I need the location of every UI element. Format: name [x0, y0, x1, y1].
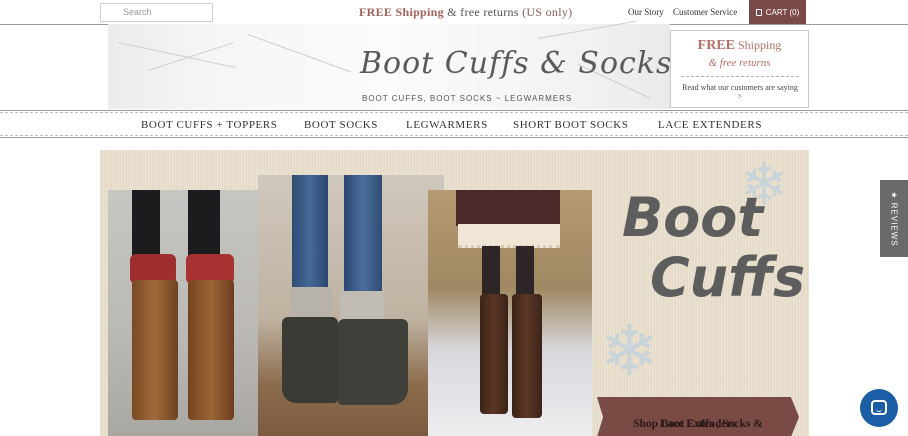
gray-bootie [282, 317, 338, 403]
our-story-link[interactable]: Our Story [628, 7, 664, 17]
decorative-branch [117, 42, 236, 68]
nav-boot-socks[interactable]: BOOT SOCKS [304, 119, 378, 131]
lace-extender-photo [428, 190, 592, 436]
nav-bottom-divider-dashed [0, 135, 908, 136]
cart-label: CART (0) [765, 8, 800, 17]
jeans [344, 175, 382, 295]
read-reviews-link[interactable]: Read what our customers are saying > [681, 83, 799, 101]
shipping-promo: FREE Shipping & free returns (US only) [359, 5, 572, 20]
nav-lace-extenders[interactable]: LACE EXTENDERS [658, 119, 762, 131]
dress [456, 190, 560, 226]
cta-line2: Lace Extenders [659, 418, 737, 430]
brown-boot [132, 280, 178, 420]
shop-now-button[interactable]: Shop Boot Cuffs , Socks & Lace Extenders [597, 397, 799, 436]
decorative-branch [247, 34, 352, 73]
customer-service-link[interactable]: Customer Service [673, 7, 737, 17]
nav-legwarmers[interactable]: LEGWARMERS [406, 119, 488, 131]
hero-title-line2: Cuffs [650, 246, 806, 309]
decorative-branch [537, 20, 637, 39]
site-tagline: BOOT CUFFS, BOOT SOCKS ~ LEGWARMERS [362, 94, 573, 103]
free-shipping-text: Shipping [735, 38, 782, 52]
boot-cuffs-photo [108, 190, 268, 436]
legging [188, 190, 220, 260]
nav-bottom-divider [0, 137, 908, 138]
decorative-branch [147, 42, 234, 71]
hero-title-line1: Boot [622, 186, 764, 249]
reviews-side-tab[interactable]: ★ REVIEWS [880, 180, 908, 257]
riding-boot [512, 294, 542, 418]
cta-label: Shop Boot Cuffs , Socks & Lace Extenders [597, 407, 799, 430]
nav-top-divider-dashed [0, 112, 908, 113]
promo-free-shipping: FREE Shipping [359, 5, 444, 19]
chat-bubble-icon [871, 400, 887, 415]
gray-bootie [338, 319, 408, 405]
hero-title: Boot Cuffs [622, 188, 805, 308]
search-placeholder: Search [123, 7, 152, 17]
cart-button[interactable]: CART (0) [749, 0, 806, 25]
promo-free-returns: & free returns [443, 5, 523, 19]
shopping-bag-icon [755, 9, 762, 16]
nav-top-divider [0, 110, 908, 111]
legging [482, 246, 500, 296]
legging [516, 246, 534, 296]
snowflake-icon: ❄ [600, 310, 659, 392]
shipping-reviews-box: FREE Shipping & free returns Read what o… [670, 30, 809, 108]
legging [132, 190, 160, 260]
nav-short-boot-socks[interactable]: SHORT BOOT SOCKS [513, 119, 629, 131]
promo-us-only: (US only) [522, 5, 573, 19]
gray-sock [290, 287, 332, 321]
site-logo[interactable]: Boot Cuffs & Socks [360, 46, 672, 81]
jeans [292, 175, 328, 290]
boot-socks-photo [258, 175, 444, 436]
top-bar: Search FREE Shipping & free returns (US … [0, 0, 908, 25]
search-input[interactable]: Search [100, 3, 213, 22]
brown-boot [188, 280, 234, 420]
reviews-box-returns: & free returns [708, 57, 771, 69]
lace-trim [458, 224, 560, 248]
main-navigation: BOOT CUFFS + TOPPERS BOOT SOCKS LEGWARME… [0, 114, 908, 136]
reviews-box-divider [681, 76, 799, 77]
reviews-box-free-shipping: FREE Shipping [671, 38, 808, 54]
hero-banner[interactable]: ❄ ❄ Boot Cuffs Shop Boot Cuffs , Socks &… [100, 150, 809, 436]
nav-boot-cuffs-toppers[interactable]: BOOT CUFFS + TOPPERS [141, 119, 278, 131]
reviews-tab-label: ★ REVIEWS [889, 190, 899, 247]
riding-boot [480, 294, 508, 414]
chat-button[interactable] [860, 389, 898, 427]
top-links: Our Story Customer Service [628, 7, 744, 17]
free-bold: FREE [697, 38, 735, 53]
